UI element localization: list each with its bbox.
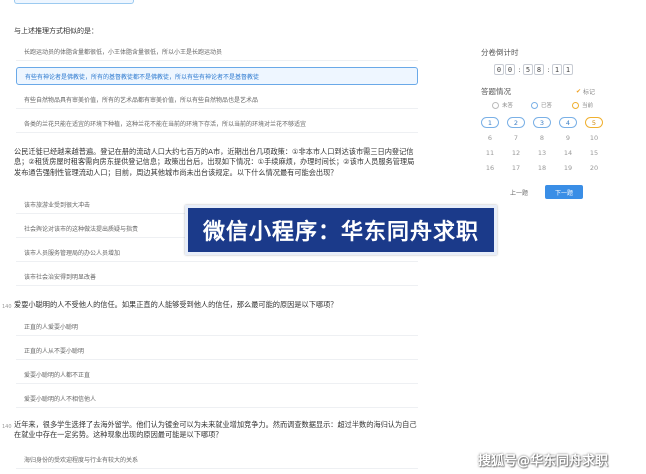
question-nav-item[interactable]: 15 [585,147,603,158]
option-d[interactable]: 各类的兰花只能在适宜的环境下种植，这种兰花不能在当前的环境下存活，所以当前的环境… [16,115,418,133]
previous-option-fragment[interactable] [14,0,134,4]
option-a[interactable]: 海归身份的受欢迎程度与行业有较大的关系 [16,451,418,469]
legend-current: 当前 [572,101,593,109]
legend-label: 已答 [541,103,553,109]
timer-digit: 8 [534,64,544,75]
banner-text: 微信小程序：华东同舟求职 [202,220,479,245]
timer-digit: 0 [505,64,515,75]
current-dot-icon [572,101,579,109]
question-nav-item[interactable]: 5 [585,117,603,128]
option-d[interactable]: 该市社会治安得到明显改善 [16,268,418,286]
question-nav-item[interactable]: 1 [481,117,499,128]
flag-icon: ✔ [576,88,582,95]
timer-separator: : [547,65,550,74]
answered-dot-icon [531,101,538,109]
mark-toggle[interactable]: ✔ 标记 [576,87,595,96]
question-nav-item[interactable]: 14 [559,147,577,158]
timer-digit: 1 [563,64,573,75]
option-d[interactable]: 爱耍小聪明的人不相信他人 [16,390,418,408]
timer-digit: 0 [494,64,504,75]
timer-digit: 5 [523,64,533,75]
option-c[interactable]: 有些自然物品具有审美价值，所有的艺术品都有审美价值，所以有些自然物品也是艺术品 [16,91,418,109]
question-nav-item[interactable]: 4 [559,117,577,128]
question-nav-item[interactable]: 3 [533,117,551,128]
question-text: 爱耍小聪明的人不受他人的信任。如果正直的人能够受到他人的信任，那么最可能的原因是… [14,300,338,309]
exam-page: 与上述推理方式相似的是： 长跑运动员的体脂含量都很低，小王体脂含量很低，所以小王… [0,0,646,474]
question-nav-item[interactable]: 13 [533,147,551,158]
legend-unanswered: 未答 [492,101,513,109]
question-number: 140 [2,424,12,430]
next-question-button[interactable]: 下一题 [545,185,583,199]
legend-answered: 已答 [531,101,552,109]
question-nav-item[interactable]: 12 [507,147,525,158]
question-nav-item[interactable]: 10 [585,132,603,143]
prev-question-button[interactable]: 上一题 [500,185,538,199]
timer-digit: 1 [552,64,562,75]
question-text: 近年来，很多学生选择了去海外留学。他们认为镀金可以为未来就业增加竞争力。然而调查… [14,420,417,440]
question-nav-item[interactable]: 8 [533,132,551,143]
question-nav-item[interactable]: 16 [481,162,499,173]
source-watermark: 搜狐号@华东同舟求职 [478,454,609,469]
countdown-timer: 0 0 : 5 8 : 1 1 [494,64,574,75]
promo-banner: 微信小程序：华东同舟求职 [185,205,497,255]
legend-label: 未答 [502,103,514,109]
question-nav-item[interactable]: 7 [507,132,525,143]
timer-title: 分卷倒计时 [481,48,519,57]
option-b-selected[interactable]: 有些有神论者是佛教徒，所有的基督教徒都不是佛教徒，所以有些有神论者不是基督教徒 [16,67,418,85]
option-c[interactable]: 爱耍小聪明的人都不正直 [16,366,418,384]
question-nav-item[interactable]: 2 [507,117,525,128]
timer-separator: : [518,65,521,74]
question-nav-item[interactable]: 11 [481,147,499,158]
legend-label: 当前 [582,103,594,109]
mark-label: 标记 [583,89,596,96]
question-nav-item[interactable]: 20 [585,162,603,173]
status-title: 答题情况 [481,87,511,96]
option-b[interactable]: 正直的人从不耍小聪明 [16,342,418,360]
unanswered-dot-icon [492,101,499,109]
question-text: 公民迁徙已经越来越普遍。登记在册的流动人口大约七百万的A市，近期出台几项政策：①… [14,147,415,177]
question-nav-item[interactable]: 17 [507,162,525,173]
question-nav-item[interactable]: 6 [481,132,499,143]
option-a[interactable]: 长跑运动员的体脂含量都很低，小王体脂含量很低，所以小王是长跑运动员 [16,43,418,61]
question-nav-item[interactable]: 9 [559,132,577,143]
question-nav-item[interactable]: 19 [559,162,577,173]
question-number: 140 [2,304,12,310]
question-nav-item[interactable]: 18 [533,162,551,173]
question-title: 与上述推理方式相似的是： [14,27,98,35]
option-a[interactable]: 正直的人爱耍小聪明 [16,318,418,336]
